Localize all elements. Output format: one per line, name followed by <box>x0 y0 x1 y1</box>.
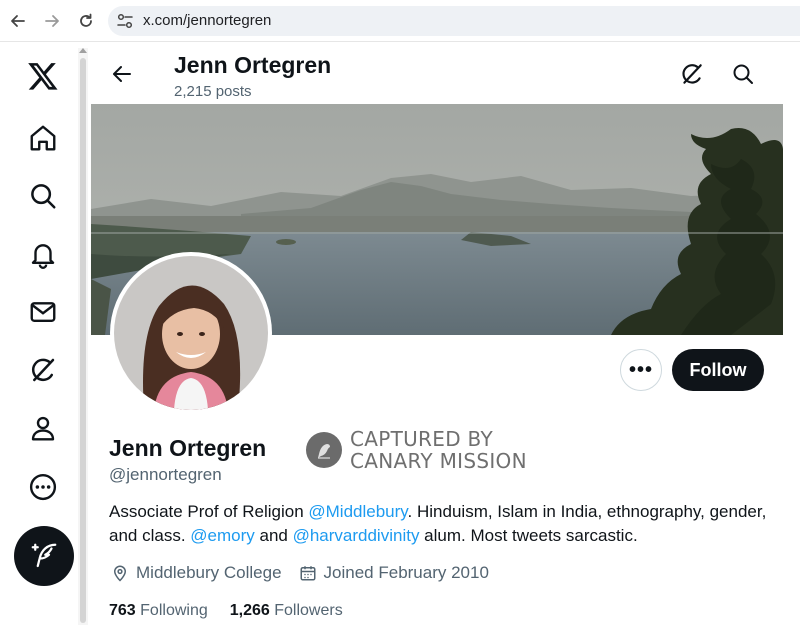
grok-icon[interactable] <box>26 353 60 387</box>
scroll-up-arrow-icon[interactable] <box>79 48 87 53</box>
messages-icon[interactable] <box>26 295 60 329</box>
follow-button[interactable]: Follow <box>672 349 764 391</box>
site-settings-icon[interactable] <box>116 12 134 30</box>
bio-text: Associate Prof of Religion <box>109 502 309 521</box>
avatar[interactable] <box>110 252 272 414</box>
home-icon[interactable] <box>26 121 60 155</box>
followers-label: Followers <box>274 602 343 619</box>
followers-count: 1,266 <box>229 602 270 619</box>
grok-header-button[interactable] <box>678 60 706 88</box>
scroll-thumb[interactable] <box>80 58 86 623</box>
profile-name: Jenn Ortegren <box>109 435 267 461</box>
followers-link[interactable]: 1,266 Followers <box>230 602 343 620</box>
profile-meta: Middlebury College Joined February 2010 <box>110 563 505 583</box>
forward-arrow-icon[interactable] <box>42 11 62 31</box>
compose-quill-icon <box>31 543 57 568</box>
joined-text: Joined February 2010 <box>323 563 489 582</box>
back-arrow-icon[interactable] <box>8 11 28 31</box>
browser-toolbar: x.com/jennortegren <box>0 0 800 42</box>
back-arrow-icon <box>113 66 131 82</box>
url-text[interactable]: x.com/jennortegren <box>143 12 271 29</box>
header-title: Jenn Ortegren <box>174 52 332 78</box>
mention-middlebury[interactable]: @Middlebury <box>308 502 407 521</box>
location-item: Middlebury College <box>110 563 282 583</box>
canary-mission-watermark: CAPTURED BY CANARY MISSION <box>306 428 527 472</box>
mention-harvarddivinity[interactable]: @harvarddivinity <box>293 526 420 545</box>
canary-bird-icon <box>306 432 342 468</box>
following-label: Following <box>140 602 208 619</box>
profile-stats: 763 Following 1,266 Followers <box>109 602 365 620</box>
profile-icon[interactable] <box>26 411 60 445</box>
profile-handle: @jennortegren <box>109 465 222 484</box>
watermark-line-1: CAPTURED BY <box>350 427 493 451</box>
mention-emory[interactable]: @emory <box>190 526 255 545</box>
location-text: Middlebury College <box>136 563 282 582</box>
following-count: 763 <box>109 602 136 619</box>
back-button[interactable] <box>108 60 136 88</box>
joined-item: Joined February 2010 <box>298 563 489 583</box>
watermark-line-2: CANARY MISSION <box>350 449 527 473</box>
notifications-icon[interactable] <box>26 237 60 271</box>
search-icon <box>733 64 753 84</box>
more-icon[interactable] <box>26 470 60 504</box>
compose-button[interactable] <box>14 526 74 586</box>
bio-text: and <box>254 526 293 545</box>
calendar-icon <box>298 563 318 583</box>
search-button[interactable] <box>729 60 757 88</box>
reload-icon[interactable] <box>76 11 96 31</box>
x-logo-icon[interactable] <box>26 59 60 93</box>
scrollbar[interactable] <box>78 48 88 625</box>
more-options-button[interactable]: ••• <box>620 349 662 391</box>
explore-icon[interactable] <box>26 179 60 213</box>
location-pin-icon <box>110 563 130 583</box>
grok-icon <box>682 64 702 84</box>
post-count: 2,215 posts <box>174 83 252 100</box>
following-link[interactable]: 763 Following <box>109 602 208 620</box>
profile-bio: Associate Prof of Religion @Middlebury. … <box>109 500 769 548</box>
bio-text: alum. Most tweets sarcastic. <box>419 526 638 545</box>
